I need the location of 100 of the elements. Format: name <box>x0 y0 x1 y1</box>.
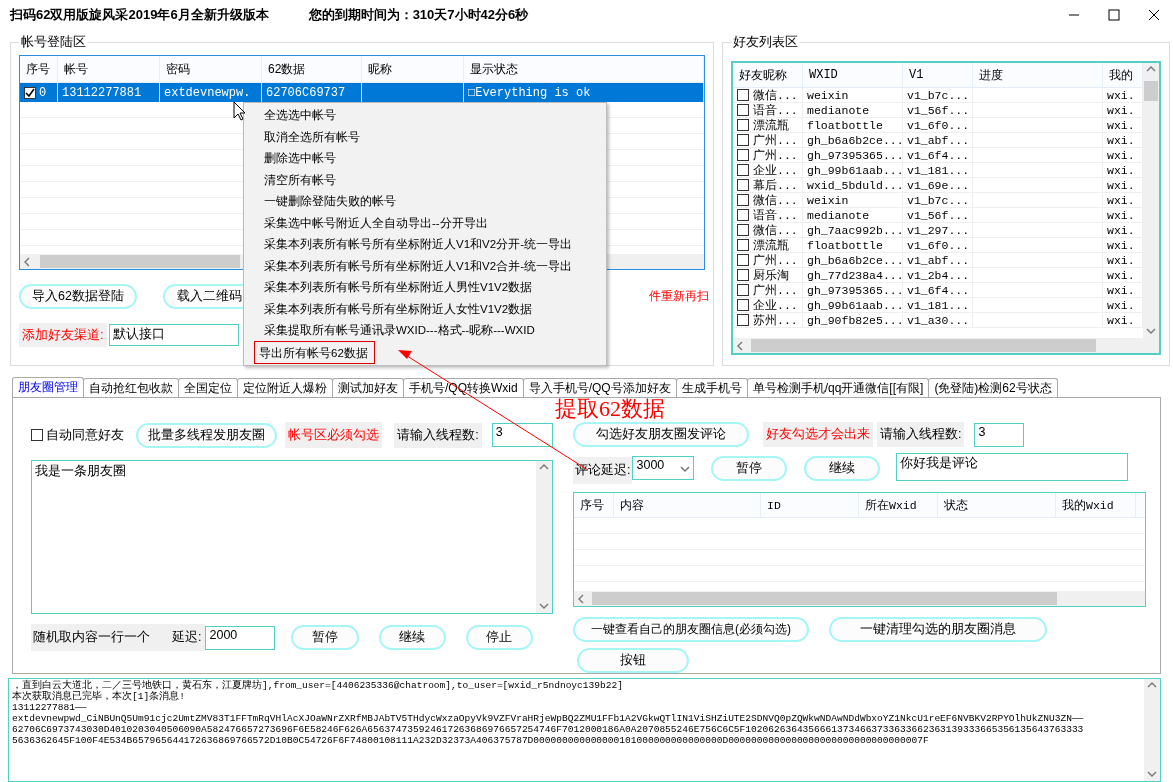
column-header[interactable]: 进度 <box>973 63 1103 87</box>
column-header[interactable]: 我的Wxid <box>1056 493 1136 517</box>
tab[interactable]: 全国定位 <box>178 378 238 397</box>
scroll-thumb[interactable] <box>592 592 1057 605</box>
comment-field[interactable]: 你好我是评论 <box>896 453 1129 481</box>
delay-field[interactable]: 2000 <box>205 625 276 650</box>
column-header[interactable]: WXID <box>803 63 903 87</box>
threads-field[interactable]: 3 <box>491 423 553 447</box>
friend-row[interactable]: 企业... gh_99b61aab... v1_181... wxi. <box>733 298 1143 313</box>
scroll-thumb[interactable] <box>40 255 240 268</box>
checkbox[interactable] <box>737 89 749 101</box>
menu-item[interactable]: 采集本列表所有帐号所有坐标附近人V1和V2分开-统一导出 <box>260 235 576 255</box>
checkbox[interactable] <box>737 224 749 236</box>
menu-item[interactable]: 一键删除登陆失败的帐号 <box>260 192 400 212</box>
scroll-down-icon[interactable] <box>539 601 549 611</box>
tab[interactable]: 自动抢红包收款 <box>83 378 179 397</box>
friend-row[interactable]: 语音... medianote v1_56f... wxi. <box>733 208 1143 223</box>
menu-item[interactable]: 取消全选所有帐号 <box>260 127 364 147</box>
action-button[interactable]: 按钮 <box>577 648 689 673</box>
tab[interactable]: 导入手机号/QQ号添加好友 <box>522 378 677 397</box>
account-row[interactable]: 0 13112277881 extdevnewpw. 62706C69737 □Everything is ok <box>20 83 704 102</box>
friend-row[interactable]: 漂流瓶 floatbottle v1_6f0... wxi. <box>733 238 1143 253</box>
friend-row[interactable]: 广州... gh_b6a6b2ce... v1_abf... wxi. <box>733 253 1143 268</box>
moment-text-area[interactable]: 我是一条朋友圈 <box>31 460 553 614</box>
friend-row[interactable]: 漂流瓶 floatbottle v1_6f0... wxi. <box>733 118 1143 133</box>
control-button[interactable]: 暂停 <box>291 625 359 650</box>
checkbox[interactable] <box>737 104 749 116</box>
tab[interactable]: 定位附近人爆粉 <box>237 378 333 397</box>
tab[interactable]: 测试加好友 <box>332 378 404 397</box>
checkbox[interactable] <box>737 254 749 266</box>
friend-row[interactable]: 苏州... gh_90fb82e5... v1_a30... wxi. <box>733 313 1143 328</box>
clear-moments-button[interactable]: 一键清理勾选的朋友圈消息 <box>829 617 1047 642</box>
checkbox[interactable] <box>737 209 749 221</box>
vertical-scrollbar[interactable] <box>1143 63 1159 338</box>
tab[interactable]: 单号检测手机/qq开通微信[[有限] <box>746 378 930 397</box>
friend-row[interactable]: 语音... medianote v1_56f... wxi. <box>733 103 1143 118</box>
control-button[interactable]: 停止 <box>465 625 533 650</box>
column-header[interactable]: 好友昵称 <box>733 63 803 87</box>
checkbox[interactable] <box>737 194 749 206</box>
scroll-thumb[interactable] <box>1144 81 1158 101</box>
horizontal-scrollbar[interactable] <box>574 591 1145 606</box>
friend-row[interactable]: 微信... gh_7aac992b... v1_297... wxi. <box>733 223 1143 238</box>
column-header[interactable]: 所在Wxid <box>859 493 938 517</box>
checkbox[interactable] <box>737 239 749 251</box>
friend-row[interactable]: 广州... gh_97395365... v1_6f4... wxi. <box>733 148 1143 163</box>
column-header[interactable]: V1 <box>903 63 973 87</box>
friend-row[interactable]: 幕后... wxid_5bduld... v1_69e... wxi. <box>733 178 1143 193</box>
checkbox[interactable] <box>737 164 749 176</box>
column-header[interactable]: 62数据 <box>262 56 362 82</box>
menu-item[interactable]: 删除选中帐号 <box>260 149 340 169</box>
column-header[interactable]: 状态 <box>938 493 1056 517</box>
checkbox[interactable] <box>737 134 749 146</box>
control-button[interactable]: 继续 <box>378 625 446 650</box>
checkbox[interactable] <box>24 86 36 99</box>
friend-row[interactable]: 广州... gh_b6a6b2ce... v1_abf... wxi. <box>733 133 1143 148</box>
column-header[interactable]: 帐号 <box>58 56 160 82</box>
menu-item[interactable]: 采集提取所有帐号通讯录WXID---格式--昵称---WXID <box>260 321 539 341</box>
log-output[interactable] <box>8 678 1161 782</box>
action-button[interactable]: 导入62数据登陆 <box>19 284 137 309</box>
close-icon[interactable] <box>1147 8 1161 22</box>
channel-field[interactable]: 默认接口 <box>108 324 239 346</box>
control-button[interactable]: 继续 <box>804 456 881 481</box>
comment-delay-dropdown[interactable]: 3000 <box>632 456 695 480</box>
checkbox[interactable] <box>737 269 749 281</box>
menu-item[interactable]: 清空所有帐号 <box>260 170 340 190</box>
column-header[interactable]: 序号 <box>574 493 614 517</box>
post-button[interactable]: 批量多线程发朋友圈 <box>135 422 278 448</box>
checkbox-label[interactable]: 自动同意好友 <box>46 426 124 444</box>
comment-button[interactable]: 勾选好友朋友圈发评论 <box>573 422 749 447</box>
menu-item[interactable]: 全选选中帐号 <box>260 106 340 126</box>
tab[interactable]: 生成手机号 <box>675 378 748 397</box>
column-header[interactable]: 昵称 <box>362 56 464 82</box>
menu-item[interactable]: 采集本列表所有帐号所有坐标附近人V1和V2合并-统一导出 <box>260 256 576 276</box>
checkbox[interactable] <box>31 429 43 441</box>
menu-item[interactable]: 导出所有帐号62数据 <box>254 340 375 364</box>
maximize-icon[interactable] <box>1107 8 1121 22</box>
checkbox[interactable] <box>737 299 749 311</box>
scroll-down-icon[interactable] <box>1147 769 1157 779</box>
friend-row[interactable]: 企业... gh_99b61aab... v1_181... wxi. <box>733 163 1143 178</box>
column-header[interactable]: 显示状态 <box>464 56 704 82</box>
friend-row[interactable]: 微信... weixin v1_b7c... wxi. <box>733 88 1143 103</box>
menu-item[interactable]: 采集选中帐号附近人全自动导出--分开导出 <box>260 213 492 233</box>
friend-row[interactable]: 微信... weixin v1_b7c... wxi. <box>733 193 1143 208</box>
checkbox[interactable] <box>737 149 749 161</box>
friend-row[interactable]: 厨乐淘 gh_77d238a4... v1_2b4... wxi. <box>733 268 1143 283</box>
scroll-down-icon[interactable] <box>1146 326 1156 336</box>
checkbox[interactable] <box>737 119 749 131</box>
column-header[interactable]: ID <box>761 493 859 517</box>
checkbox[interactable] <box>737 284 749 296</box>
tab[interactable]: (免登陆)检测62号状态 <box>928 378 1058 397</box>
checkbox[interactable] <box>737 179 749 191</box>
scroll-thumb[interactable] <box>751 339 1096 352</box>
control-button[interactable]: 暂停 <box>711 456 788 481</box>
column-header[interactable]: 内容 <box>614 493 761 517</box>
friend-row[interactable]: 广州... gh_97395365... v1_6f4... wxi. <box>733 283 1143 298</box>
horizontal-scrollbar[interactable] <box>733 338 1159 353</box>
threads-field[interactable]: 3 <box>974 422 1025 447</box>
checkbox[interactable] <box>737 314 749 326</box>
tab[interactable]: 朋友圈管理 <box>12 377 84 397</box>
column-header[interactable]: 序号 <box>20 56 58 82</box>
